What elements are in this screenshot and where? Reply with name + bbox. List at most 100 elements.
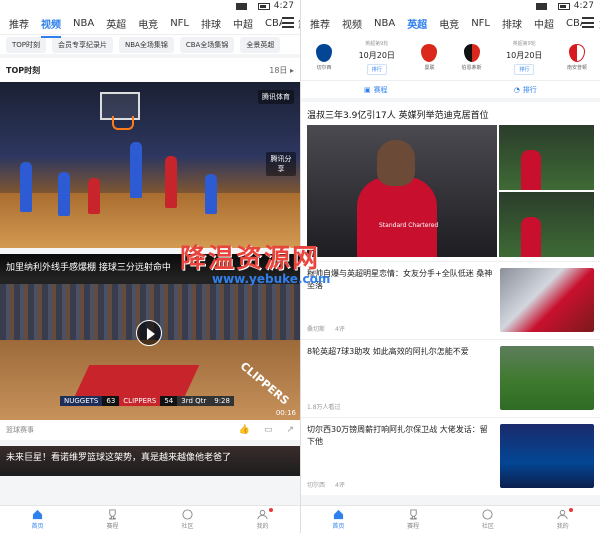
game-clock: 9:28 <box>210 396 234 406</box>
tab-recommend[interactable]: 推荐 <box>4 13 34 34</box>
news-item[interactable]: 8轮英超7球3助攻 如此高效的阿扎尔怎能不爱 1.8万人看过 <box>301 339 600 417</box>
tab-premier-league[interactable]: 英超 <box>402 13 432 38</box>
video-card-next[interactable]: 未来巨星！看诺维罗篮球这架势，真是越来越像他老爸了 <box>0 446 300 476</box>
news-title: 穆帅自爆与英超明星恋情：女友分手+全队低迷 桑神坠落 <box>307 269 493 290</box>
video-thumbnail-top[interactable]: 腾讯体育 腾讯分享 <box>0 82 300 248</box>
player-figure <box>165 156 177 208</box>
screenshot-root: 4:27 推荐 视频 NBA 英超 电竞 NFL 排球 中超 CBA 意! TO… <box>0 0 600 533</box>
news-comments: 4评 <box>335 326 345 333</box>
status-bar: 4:27 <box>0 0 300 12</box>
user-icon <box>557 509 568 520</box>
player-figure <box>205 174 217 214</box>
sponsor-text: Standard Chartered <box>379 222 439 229</box>
nav-schedule[interactable]: 赛程 <box>393 509 433 530</box>
chat-icon <box>182 509 193 520</box>
tab-nba[interactable]: NBA <box>369 15 400 32</box>
tab-esports[interactable]: 电竞 <box>434 13 464 34</box>
match-card[interactable]: 伯恩茅斯 英超第9轮 10月20日 排行 南安普顿 <box>451 40 599 75</box>
news-meta: 桑切斯 4评 <box>307 324 494 333</box>
player-figure <box>20 162 32 212</box>
side-photos <box>499 125 594 257</box>
tab-csl[interactable]: 中超 <box>529 13 559 34</box>
nav-home[interactable]: 首页 <box>318 509 358 530</box>
player-figure <box>130 142 142 198</box>
trophy-icon <box>109 509 116 520</box>
tab-csl[interactable]: 中超 <box>228 13 258 34</box>
quick-links: ▣ 赛程 ◔ 排行 <box>301 80 600 98</box>
news-thumbnail <box>500 268 594 332</box>
menu-icon[interactable] <box>282 17 294 28</box>
section-header[interactable]: TOP时刻 18日 ▸ <box>0 58 300 82</box>
like-icon[interactable]: 👍 <box>239 425 250 435</box>
news-meta: 1.8万人看过 <box>307 402 494 411</box>
nav-community[interactable]: 社区 <box>468 509 508 530</box>
comment-icon[interactable]: ▭ <box>264 425 273 435</box>
tab-serie-a[interactable]: 意! <box>594 13 600 34</box>
nav-label: 首页 <box>31 523 44 530</box>
play-icon[interactable] <box>136 320 162 346</box>
subtab-nba-highlights[interactable]: NBA全场集锦 <box>119 36 174 53</box>
news-item[interactable]: 穆帅自爆与英超明星恋情：女友分手+全队低迷 桑神坠落 桑切斯 4评 <box>301 261 600 339</box>
nav-label: 我的 <box>256 523 269 530</box>
match-card[interactable]: 切尔西 英超第9轮 10月20日 排行 曼联 <box>303 40 451 75</box>
tab-volleyball[interactable]: 排球 <box>196 13 226 34</box>
match-ranking-button[interactable]: 排行 <box>514 63 535 75</box>
schedule-link[interactable]: ▣ 赛程 <box>301 81 451 98</box>
user-icon <box>257 509 268 520</box>
southampton-crest-icon <box>568 43 585 62</box>
team-name: 曼联 <box>424 64 435 71</box>
tab-premier-league[interactable]: 英超 <box>101 13 131 34</box>
ranking-link[interactable]: ◔ 排行 <box>451 81 600 98</box>
subtab-member-docs[interactable]: 会员专享纪录片 <box>52 36 114 53</box>
nav-community[interactable]: 社区 <box>168 509 208 530</box>
status-time: 4:27 <box>273 1 294 11</box>
watermark-text: 降温资源网 <box>180 244 321 274</box>
match-strip: 切尔西 英超第9轮 10月20日 排行 曼联 伯恩茅斯 英超第9轮 10月20日… <box>301 34 600 80</box>
nav-home[interactable]: 首页 <box>18 509 58 530</box>
subtab-top-moments[interactable]: TOP时刻 <box>6 36 47 53</box>
tab-nfl[interactable]: NFL <box>466 15 495 32</box>
ranking-icon: ◔ <box>513 85 520 94</box>
player-photo <box>499 125 594 190</box>
bottom-nav: 首页 赛程 社区 我的 <box>301 505 600 533</box>
nav-schedule[interactable]: 赛程 <box>93 509 133 530</box>
subtab-cba-highlights[interactable]: CBA全场集锦 <box>179 36 235 53</box>
tab-recommend[interactable]: 推荐 <box>305 13 335 34</box>
match-ranking-button[interactable]: 排行 <box>366 63 387 75</box>
news-item[interactable]: 切尔西30万镑周薪打响阿扎尔保卫战 大佬发话：留下他 切尔西 4评 <box>301 417 600 495</box>
news-comments: 4评 <box>335 482 345 489</box>
share-button[interactable]: 腾讯分享 <box>266 152 296 176</box>
bournemouth-crest-icon <box>463 43 480 62</box>
bottom-nav: 首页 赛程 社区 我的 <box>0 505 300 533</box>
headline-card[interactable]: 温叔三年3.9亿引17人 英媒列举范迪克居首位 Standard Charter… <box>301 102 600 261</box>
menu-icon[interactable] <box>582 17 594 28</box>
tab-video[interactable]: 视频 <box>36 13 66 38</box>
tab-volleyball[interactable]: 排球 <box>497 13 527 34</box>
section-count: 18日 ▸ <box>269 65 294 75</box>
chelsea-crest-icon <box>316 43 332 62</box>
nav-me[interactable]: 我的 <box>543 508 583 530</box>
player-figure <box>88 178 100 214</box>
nav-me[interactable]: 我的 <box>243 508 283 530</box>
news-text: 穆帅自爆与英超明星恋情：女友分手+全队低迷 桑神坠落 桑切斯 4评 <box>307 268 500 333</box>
battery-icon <box>257 2 270 10</box>
video-title: 未来巨星！看诺维罗篮球这架势，真是越来越像他老爸了 <box>6 453 232 463</box>
nav-label: 社区 <box>181 523 194 530</box>
tab-nfl[interactable]: NFL <box>165 15 194 32</box>
link-label: 排行 <box>522 85 537 94</box>
match-date: 10月20日 <box>506 50 543 60</box>
trophy-icon <box>409 509 417 520</box>
tab-esports[interactable]: 电竞 <box>133 13 163 34</box>
home-icon <box>333 509 343 520</box>
subtab-panorama-epl[interactable]: 全景英超 <box>240 36 281 53</box>
video-actions: 👍 ▭ ↗ <box>239 425 294 435</box>
team2-score: 54 <box>160 396 178 406</box>
tab-nba[interactable]: NBA <box>68 15 99 32</box>
team-name: 南安普顿 <box>566 64 587 71</box>
tab-video[interactable]: 视频 <box>337 13 367 34</box>
notification-dot <box>268 508 273 512</box>
nav-label: 首页 <box>332 523 345 530</box>
team1-name: NUGGETS <box>60 396 103 406</box>
share-icon[interactable]: ↗ <box>286 425 294 435</box>
news-title: 8轮英超7球3助攻 如此高效的阿扎尔怎能不爱 <box>307 347 469 356</box>
